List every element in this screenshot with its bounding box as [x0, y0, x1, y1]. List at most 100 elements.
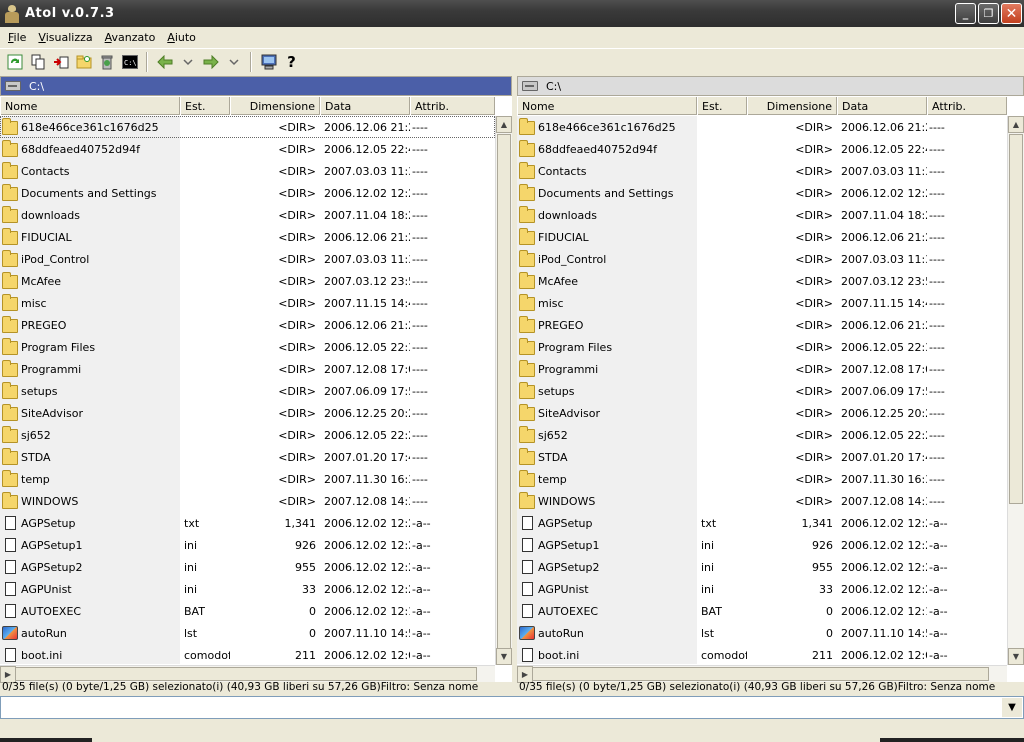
menu-file[interactable]: File: [2, 31, 32, 44]
console-icon[interactable]: C:\: [118, 51, 141, 73]
file-row[interactable]: McAfee <DIR> 2007.03.12 23:56----: [0, 270, 495, 292]
left-hscroll-thumb[interactable]: [1, 667, 477, 681]
file-row[interactable]: AUTOEXEC BAT 0 2006.12.02 12:19-a--: [0, 600, 495, 622]
forward-dropdown-icon[interactable]: [222, 51, 245, 73]
col-attr-header[interactable]: Attrib.: [410, 97, 495, 115]
file-row[interactable]: temp <DIR> 2007.11.30 16:30----: [0, 468, 495, 490]
scroll-up-icon[interactable]: ▲: [1008, 116, 1024, 133]
file-row[interactable]: misc <DIR> 2007.11.15 14:47----: [0, 292, 495, 314]
right-vertical-scrollbar[interactable]: ▲ ▼: [1007, 116, 1024, 665]
file-row[interactable]: setups <DIR> 2007.06.09 17:59----: [517, 380, 1007, 402]
file-row[interactable]: PREGEO <DIR> 2006.12.06 21:29----: [517, 314, 1007, 336]
menu-visualizza[interactable]: Visualizza: [32, 31, 98, 44]
back-dropdown-icon[interactable]: [176, 51, 199, 73]
file-row[interactable]: AGPUnist ini 33 2006.12.02 12:29-a--: [0, 578, 495, 600]
refresh-icon[interactable]: [3, 51, 26, 73]
file-row[interactable]: AGPSetup2 ini 955 2006.12.02 12:29-a--: [0, 556, 495, 578]
close-button[interactable]: ✕: [1001, 3, 1022, 24]
computer-icon[interactable]: [257, 51, 280, 73]
left-vscroll-thumb[interactable]: [497, 134, 511, 664]
file-row[interactable]: iPod_Control <DIR> 2007.03.03 11:39----: [517, 248, 1007, 270]
file-row[interactable]: iPod_Control <DIR> 2007.03.03 11:39----: [0, 248, 495, 270]
file-row[interactable]: AGPSetup txt 1,341 2006.12.02 12:29-a--: [517, 512, 1007, 534]
col-size-header[interactable]: Dimensione: [230, 97, 320, 115]
file-row[interactable]: AGPSetup1 ini 926 2006.12.02 12:28-a--: [517, 534, 1007, 556]
col-size-header[interactable]: Dimensione: [747, 97, 837, 115]
file-row[interactable]: downloads <DIR> 2007.11.04 18:21----: [517, 204, 1007, 226]
file-row[interactable]: Contacts <DIR> 2007.03.03 11:39----: [0, 160, 495, 182]
file-row[interactable]: WINDOWS <DIR> 2007.12.08 14:32----: [517, 490, 1007, 512]
file-row[interactable]: FIDUCIAL <DIR> 2006.12.06 21:29----: [517, 226, 1007, 248]
delete-icon[interactable]: [95, 51, 118, 73]
file-row[interactable]: AUTOEXEC BAT 0 2006.12.02 12:19-a--: [517, 600, 1007, 622]
file-row[interactable]: SiteAdvisor <DIR> 2006.12.25 20:22----: [517, 402, 1007, 424]
file-row[interactable]: STDA <DIR> 2007.01.20 17:46----: [0, 446, 495, 468]
file-row[interactable]: misc <DIR> 2007.11.15 14:47----: [517, 292, 1007, 314]
back-icon[interactable]: [153, 51, 176, 73]
file-row[interactable]: 618e466ce361c1676d25 <DIR> 2006.12.06 21:2…: [517, 116, 1007, 138]
command-line-input[interactable]: ▼: [0, 696, 1024, 719]
file-row[interactable]: Program Files <DIR> 2006.12.05 22:31----: [0, 336, 495, 358]
file-name: FIDUCIAL: [21, 230, 72, 244]
file-row[interactable]: AGPSetup1 ini 926 2006.12.02 12:28-a--: [0, 534, 495, 556]
file-row[interactable]: Documents and Settings <DIR> 2006.12.02 12…: [517, 182, 1007, 204]
right-hscroll-thumb[interactable]: [518, 667, 989, 681]
scroll-down-icon[interactable]: ▼: [1008, 648, 1024, 665]
file-row[interactable]: FIDUCIAL <DIR> 2006.12.06 21:29----: [0, 226, 495, 248]
file-row[interactable]: Contacts <DIR> 2007.03.03 11:39----: [517, 160, 1007, 182]
file-row[interactable]: AGPUnist ini 33 2006.12.02 12:29-a--: [517, 578, 1007, 600]
file-row[interactable]: sj652 <DIR> 2006.12.05 22:21----: [517, 424, 1007, 446]
file-row[interactable]: boot.ini comodofii 211 2006.12.02 12:06-a--: [517, 644, 1007, 664]
file-row[interactable]: sj652 <DIR> 2006.12.05 22:21----: [0, 424, 495, 446]
file-row[interactable]: McAfee <DIR> 2007.03.12 23:56----: [517, 270, 1007, 292]
file-row[interactable]: Programmi <DIR> 2007.12.08 17:04----: [0, 358, 495, 380]
right-vscroll-thumb[interactable]: [1009, 134, 1023, 504]
minimize-button[interactable]: _: [955, 3, 976, 24]
file-row[interactable]: PREGEO <DIR> 2006.12.06 21:29----: [0, 314, 495, 336]
col-ext-header[interactable]: Est.: [180, 97, 230, 115]
left-panel: C:\ Nome Est. Dimensione Data Attrib. 61…: [0, 76, 512, 683]
file-row[interactable]: autoRun lst 0 2007.11.10 14:54-a--: [0, 622, 495, 644]
folder-icon: [2, 404, 18, 421]
move-icon[interactable]: [49, 51, 72, 73]
forward-icon[interactable]: [199, 51, 222, 73]
file-row[interactable]: STDA <DIR> 2007.01.20 17:46----: [517, 446, 1007, 468]
folder-icon: [519, 492, 535, 509]
col-name-header[interactable]: Nome: [0, 97, 180, 115]
file-row[interactable]: setups <DIR> 2007.06.09 17:59----: [0, 380, 495, 402]
help-icon[interactable]: ?: [280, 51, 303, 73]
scroll-up-icon[interactable]: ▲: [496, 116, 512, 133]
left-path-bar[interactable]: C:\: [0, 76, 512, 96]
file-row[interactable]: 618e466ce361c1676d25 <DIR> 2006.12.06 21:2…: [0, 116, 495, 138]
file-row[interactable]: WINDOWS <DIR> 2007.12.08 14:32----: [0, 490, 495, 512]
file-row[interactable]: downloads <DIR> 2007.11.04 18:21----: [0, 204, 495, 226]
file-row[interactable]: 68ddfeaed40752d94f <DIR> 2006.12.05 22:41-…: [517, 138, 1007, 160]
copy-icon[interactable]: [26, 51, 49, 73]
file-row[interactable]: 68ddfeaed40752d94f <DIR> 2006.12.05 22:41-…: [0, 138, 495, 160]
file-row[interactable]: SiteAdvisor <DIR> 2006.12.25 20:22----: [0, 402, 495, 424]
file-size: 33: [819, 582, 833, 596]
right-path-bar[interactable]: C:\: [517, 76, 1024, 96]
file-row[interactable]: AGPSetup2 ini 955 2006.12.02 12:29-a--: [517, 556, 1007, 578]
file-row[interactable]: Programmi <DIR> 2007.12.08 17:04----: [517, 358, 1007, 380]
file-row[interactable]: autoRun lst 0 2007.11.10 14:54-a--: [517, 622, 1007, 644]
chevron-down-icon[interactable]: ▼: [1002, 698, 1022, 717]
col-attr-header[interactable]: Attrib.: [927, 97, 1007, 115]
scroll-down-icon[interactable]: ▼: [496, 648, 512, 665]
file-row[interactable]: Program Files <DIR> 2006.12.05 22:31----: [517, 336, 1007, 358]
new-folder-icon[interactable]: [72, 51, 95, 73]
file-row[interactable]: AGPSetup txt 1,341 2006.12.02 12:29-a--: [0, 512, 495, 534]
file-date: 2006.12.05 22:21: [324, 428, 410, 442]
file-row[interactable]: boot.ini comodofii 211 2006.12.02 12:06-a--: [0, 644, 495, 664]
menu-aiuto[interactable]: Aiuto: [161, 31, 202, 44]
col-ext-header[interactable]: Est.: [697, 97, 747, 115]
col-date-header[interactable]: Data: [837, 97, 927, 115]
left-vertical-scrollbar[interactable]: ▲ ▼: [495, 116, 512, 665]
menu-avanzato[interactable]: Avanzato: [99, 31, 162, 44]
file-row[interactable]: Documents and Settings <DIR> 2006.12.02 12…: [0, 182, 495, 204]
col-name-header[interactable]: Nome: [517, 97, 697, 115]
maximize-button[interactable]: ❐: [978, 3, 999, 24]
file-date: 2007.11.10 14:54: [324, 626, 410, 640]
file-row[interactable]: temp <DIR> 2007.11.30 16:30----: [517, 468, 1007, 490]
col-date-header[interactable]: Data: [320, 97, 410, 115]
